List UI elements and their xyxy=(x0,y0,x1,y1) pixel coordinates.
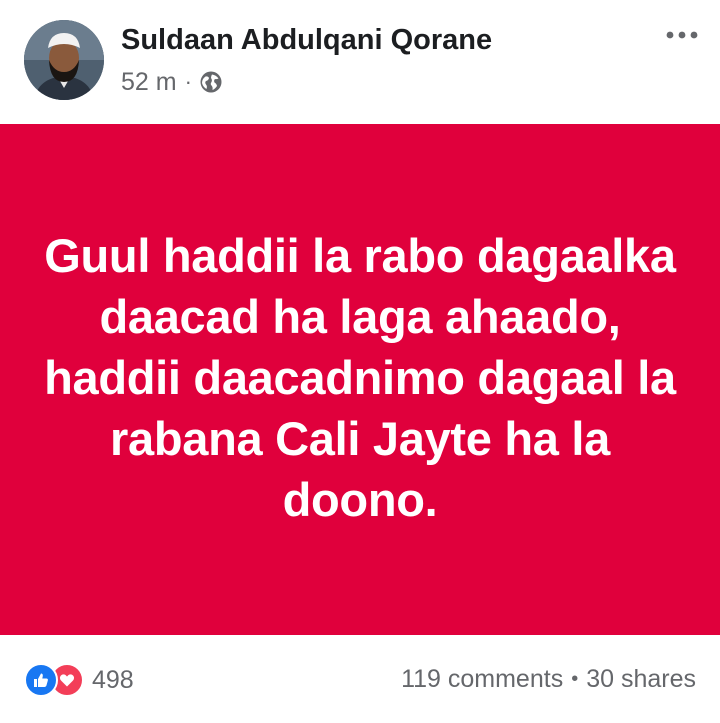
post-text: Guul haddii la rabo dagaalka daacad ha l… xyxy=(44,229,676,526)
author-name[interactable]: Suldaan Abdulqani Qorane xyxy=(121,24,492,57)
post-timestamp[interactable]: 52 m xyxy=(121,68,177,97)
engagement-stats: 119 comments • 30 shares xyxy=(401,665,696,694)
post-header: Suldaan Abdulqani Qorane 52 m · xyxy=(0,0,720,124)
comments-count-link[interactable]: 119 comments xyxy=(401,665,563,694)
more-options-button[interactable] xyxy=(662,20,702,50)
reaction-count: 498 xyxy=(92,665,134,694)
avatar-image xyxy=(24,20,104,100)
shares-count-link[interactable]: 30 shares xyxy=(586,665,696,694)
post-card: Suldaan Abdulqani Qorane 52 m · Guul had… xyxy=(0,0,720,723)
post-meta: 52 m · xyxy=(121,66,223,98)
post-footer: 498 119 comments • 30 shares xyxy=(0,635,720,723)
author-avatar[interactable] xyxy=(24,20,104,100)
stats-separator: • xyxy=(571,668,579,690)
more-options-icon xyxy=(666,26,698,44)
post-text-banner[interactable]: Guul haddii la rabo dagaalka daacad ha l… xyxy=(0,124,720,635)
like-icon xyxy=(24,663,58,697)
meta-separator: · xyxy=(184,69,192,94)
reactions-summary[interactable]: 498 xyxy=(24,663,134,697)
globe-icon xyxy=(199,70,223,94)
